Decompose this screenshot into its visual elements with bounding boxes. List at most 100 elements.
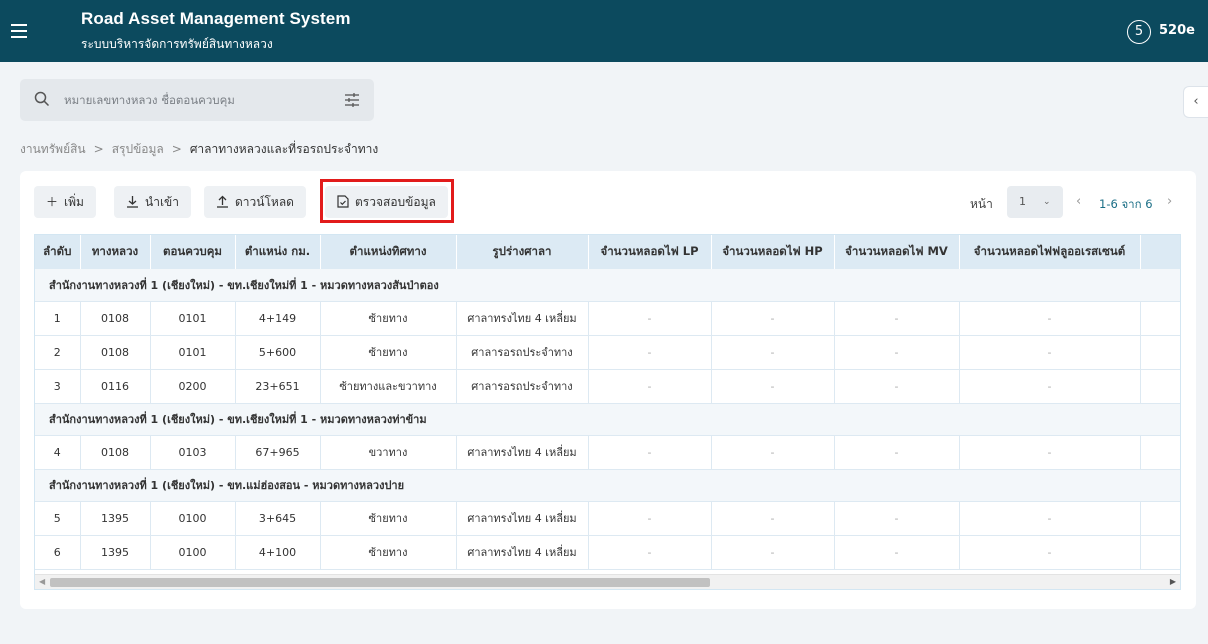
table-cell-overflow xyxy=(1140,501,1180,536)
table-cell: - xyxy=(959,501,1141,536)
table-cell: - xyxy=(588,335,712,370)
scroll-thumb[interactable] xyxy=(50,578,710,587)
table-cell: 0108 xyxy=(80,335,151,370)
table-cell: - xyxy=(834,501,960,536)
table-cell: 1395 xyxy=(80,501,151,536)
table-cell: 5+600 xyxy=(235,335,321,370)
table-cell: - xyxy=(711,435,835,470)
table-cell: - xyxy=(588,301,712,336)
user-code[interactable]: 520e xyxy=(1159,23,1195,38)
table-row[interactable]: 5 1395 0100 3+645 ซ้ายทาง ศาลาทรงไทย 4 เหลี่ย… xyxy=(35,501,1180,536)
table-header-row: ลำดับ ทางหลวง ตอนควบคุม ตำแหน่ง กม. ตำแหน่งท… xyxy=(35,235,1180,269)
table-cell: - xyxy=(588,435,712,470)
table-cell: ศาลาทรงไทย 4 เหลี่ยม xyxy=(456,435,589,470)
upload-tray-icon xyxy=(217,195,228,208)
group-title: สำนักงานทางหลวงที่ 1 (เชียงใหม่) - ขท.แม… xyxy=(35,469,1180,502)
table-cell: 0100 xyxy=(150,535,236,570)
user-badge[interactable]: 5 xyxy=(1127,20,1151,44)
scroll-left-icon[interactable]: ◀ xyxy=(39,577,45,586)
table-cell: ศาลารอรถประจำทาง xyxy=(456,369,589,404)
table-cell: - xyxy=(834,535,960,570)
column-header[interactable]: จำนวนหลอดไฟ MV xyxy=(834,235,960,269)
table-cell: - xyxy=(711,535,835,570)
chevron-right-icon: > xyxy=(93,142,104,156)
table-cell: 4 xyxy=(35,435,81,470)
table-cell: 4+149 xyxy=(235,301,321,336)
column-header[interactable]: จำนวนหลอดไฟ HP xyxy=(711,235,835,269)
panel-toggle-button[interactable]: ‹ xyxy=(1183,86,1208,118)
menu-icon[interactable] xyxy=(11,24,27,38)
table-cell: 2 xyxy=(35,335,81,370)
scroll-right-icon[interactable]: ▶ xyxy=(1170,577,1176,586)
app-title: Road Asset Management System xyxy=(81,9,351,28)
table-row[interactable]: 6 1395 0100 4+100 ซ้ายทาง ศาลาทรงไทย 4 เหลี่ย… xyxy=(35,535,1180,570)
search-input[interactable] xyxy=(64,89,334,111)
table-cell: - xyxy=(588,535,712,570)
table-cell: - xyxy=(834,335,960,370)
table-cell: 5 xyxy=(35,501,81,536)
download-button[interactable]: ดาวน์โหลด xyxy=(204,186,306,218)
table-cell: ศาลารอรถประจำทาง xyxy=(456,335,589,370)
table-cell: 0101 xyxy=(150,335,236,370)
table-cell: ซ้ายทาง xyxy=(320,501,457,536)
table-cell: ศาลาทรงไทย 4 เหลี่ยม xyxy=(456,301,589,336)
table-cell-overflow xyxy=(1140,535,1180,570)
table-cell: - xyxy=(959,335,1141,370)
column-header[interactable]: จำนวนหลอดไฟฟลูออเรสเซนต์ xyxy=(959,235,1141,269)
column-header[interactable]: ทางหลวง xyxy=(80,235,151,269)
table-cell: - xyxy=(588,501,712,536)
chevron-left-icon: ‹ xyxy=(1193,94,1199,109)
highlight-box xyxy=(320,179,454,223)
table-cell: - xyxy=(834,301,960,336)
page-select[interactable]: 1 ⌄ xyxy=(1007,186,1063,218)
table-cell: ขวาทาง xyxy=(320,435,457,470)
table-cell: 6 xyxy=(35,535,81,570)
plus-icon: ＋ xyxy=(46,195,59,209)
table-cell: - xyxy=(959,369,1141,404)
breadcrumb-item-assets[interactable]: งานทรัพย์สิน xyxy=(20,142,86,156)
filter-sliders-icon[interactable] xyxy=(344,92,360,108)
column-header[interactable]: ตอนควบคุม xyxy=(150,235,236,269)
table-cell: 1 xyxy=(35,301,81,336)
table-cell: ซ้ายทาง xyxy=(320,335,457,370)
search-box xyxy=(20,79,374,121)
group-row: สำนักงานทางหลวงที่ 1 (เชียงใหม่) - ขท.เช… xyxy=(35,269,1180,302)
table-cell: 23+651 xyxy=(235,369,321,404)
table-cell: 67+965 xyxy=(235,435,321,470)
breadcrumb-item-summary[interactable]: สรุปข้อมูล xyxy=(112,142,164,156)
table-cell: 0103 xyxy=(150,435,236,470)
table-row[interactable]: 2 0108 0101 5+600 ซ้ายทาง ศาลารอรถประจำทาง - - -… xyxy=(35,335,1180,370)
table-cell: 0108 xyxy=(80,435,151,470)
table-cell: - xyxy=(959,535,1141,570)
column-header[interactable]: จำนวนหลอดไฟ LP xyxy=(588,235,712,269)
table-cell: - xyxy=(959,435,1141,470)
import-button[interactable]: นำเข้า xyxy=(114,186,191,218)
table-cell: - xyxy=(834,369,960,404)
column-header[interactable]: ตำแหน่งทิศทาง xyxy=(320,235,457,269)
chevron-right-icon: > xyxy=(171,142,182,156)
horizontal-scrollbar[interactable]: ◀ ▶ xyxy=(35,574,1180,589)
data-table: ลำดับ ทางหลวง ตอนควบคุม ตำแหน่ง กม. ตำแหน่งท… xyxy=(34,234,1181,590)
app-subtitle: ระบบบริหารจัดการทรัพย์สินทางหลวง xyxy=(81,37,273,51)
prev-page-button[interactable]: ‹ xyxy=(1076,194,1081,209)
table-cell: 1395 xyxy=(80,535,151,570)
table-row[interactable]: 1 0108 0101 4+149 ซ้ายทาง ศาลาทรงไทย 4 เหลี่ย… xyxy=(35,301,1180,336)
pager-label: หน้า xyxy=(970,197,993,211)
main-card: ＋เพิ่ม นำเข้า ดาวน์โหลด ตรวจสอบข้อมูล หน… xyxy=(20,171,1196,609)
table-cell: - xyxy=(588,369,712,404)
table-row[interactable]: 4 0108 0103 67+965 ขวาทาง ศาลาทรงไทย 4 เหลี่ย… xyxy=(35,435,1180,470)
table-cell-overflow xyxy=(1140,435,1180,470)
table-cell: 0116 xyxy=(80,369,151,404)
next-page-button[interactable]: › xyxy=(1167,194,1172,209)
group-row: สำนักงานทางหลวงที่ 1 (เชียงใหม่) - ขท.เช… xyxy=(35,403,1180,436)
app-header: Road Asset Management System ระบบบริหารจ… xyxy=(0,0,1208,62)
column-header[interactable]: ลำดับ xyxy=(35,235,81,269)
add-button[interactable]: ＋เพิ่ม xyxy=(34,186,96,218)
table-cell: ซ้ายทาง xyxy=(320,535,457,570)
group-row: สำนักงานทางหลวงที่ 1 (เชียงใหม่) - ขท.แม… xyxy=(35,469,1180,502)
column-header[interactable]: ตำแหน่ง กม. xyxy=(235,235,321,269)
table-cell: - xyxy=(711,301,835,336)
column-header[interactable]: รูปร่างศาลา xyxy=(456,235,589,269)
table-cell: 4+100 xyxy=(235,535,321,570)
table-row[interactable]: 3 0116 0200 23+651 ซ้ายทางและขวาทาง ศาลารอรถป… xyxy=(35,369,1180,404)
